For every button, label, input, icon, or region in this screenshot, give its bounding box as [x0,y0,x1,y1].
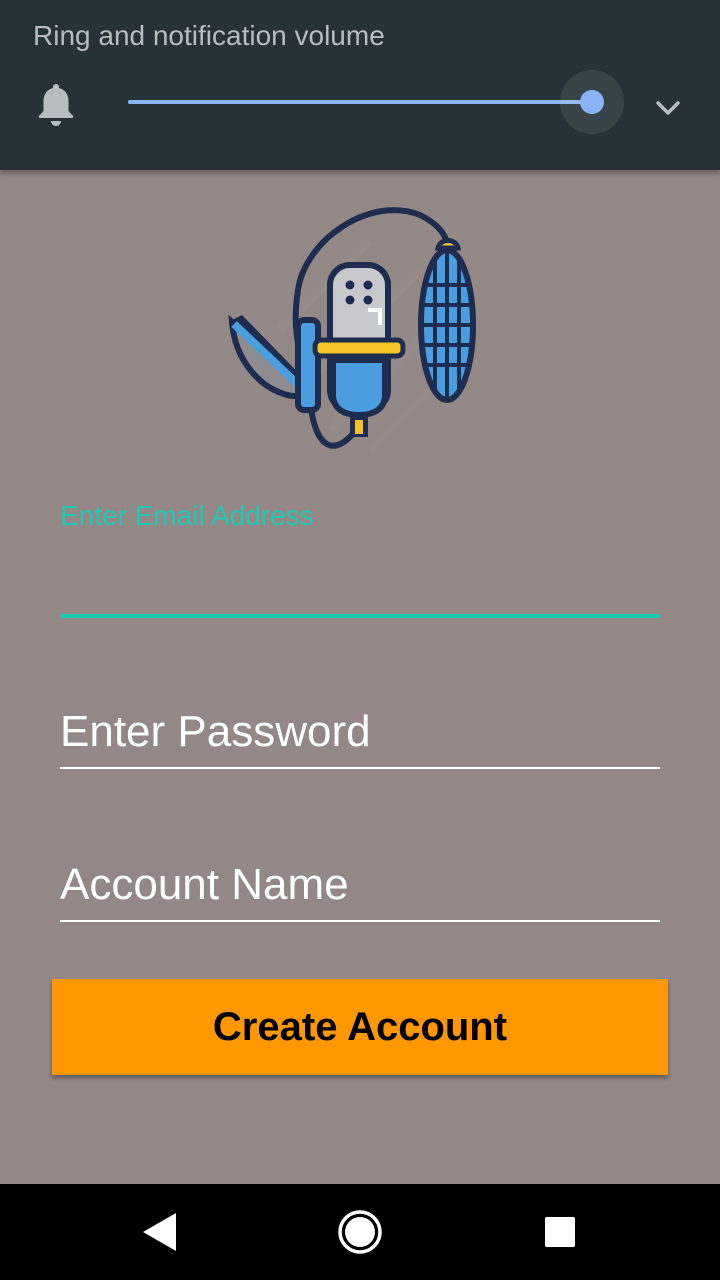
create-account-button[interactable]: Create Account [52,979,668,1075]
volume-slider[interactable] [128,70,624,134]
home-circle-icon[interactable] [336,1208,384,1256]
volume-panel-title: Ring and notification volume [33,20,385,51]
email-field-underline [60,614,660,618]
password-field[interactable] [60,702,660,762]
email-field-label: Enter Email Address [60,500,314,531]
bell-icon[interactable] [34,80,78,128]
microphone-logo-icon [228,207,476,453]
account-name-field-underline [60,920,660,922]
chevron-down-icon[interactable] [652,92,684,124]
volume-panel: Ring and notification volume [0,0,720,170]
account-name-field[interactable] [60,855,660,915]
navigation-bar [0,1184,720,1280]
volume-slider-fill [128,100,592,104]
recents-square-icon[interactable] [536,1208,584,1256]
screen: Ring and notification volume Enter Email… [0,0,720,1280]
email-field[interactable] [60,552,660,608]
back-triangle-icon[interactable] [136,1208,184,1256]
volume-slider-thumb[interactable] [580,90,604,114]
password-field-underline [60,767,660,769]
